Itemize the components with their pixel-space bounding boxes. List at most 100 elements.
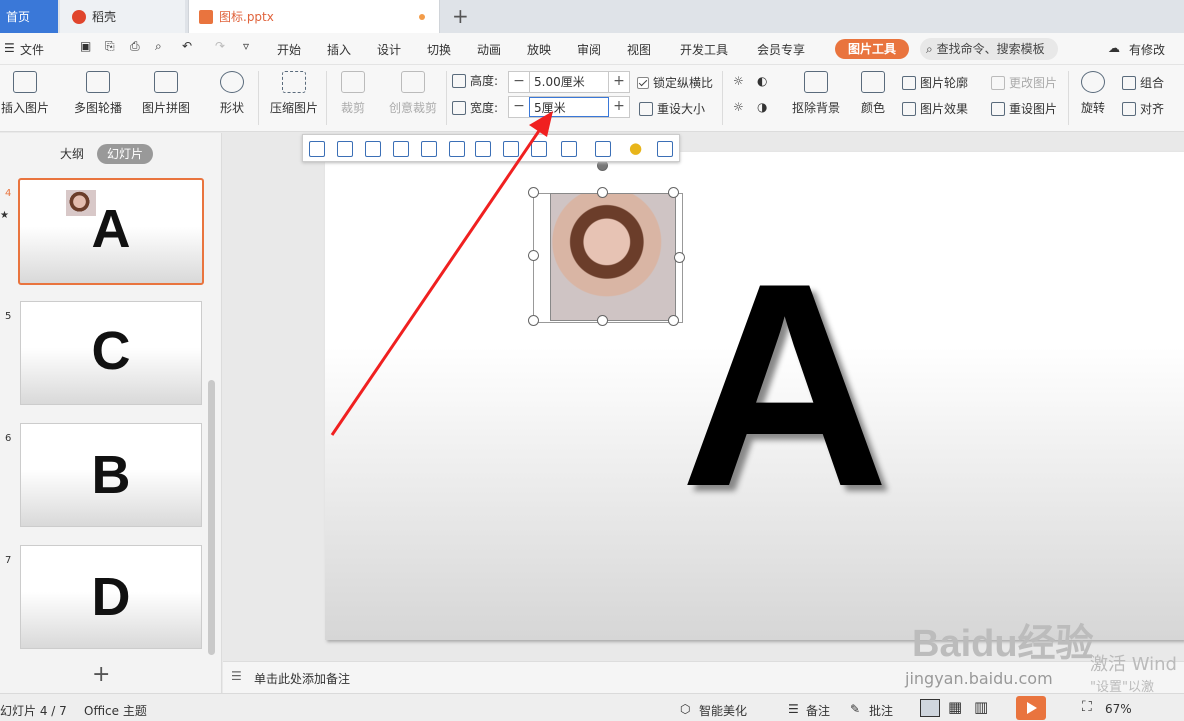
slide-title-letter[interactable]: A [680,240,889,530]
modify-status[interactable]: 有修改 [1129,41,1165,58]
tab-document[interactable]: 图标.pptx [188,0,440,33]
group-button[interactable]: 组合 [1122,74,1164,91]
contrast-up-icon[interactable]: ◐ [757,74,767,88]
selected-picture[interactable] [550,193,676,321]
tab-bar: 首页 稻壳 图标.pptx + [0,0,1184,33]
picture-effect-button[interactable]: 图片效果 [902,100,968,117]
menu-slideshow[interactable]: 放映 [527,41,551,58]
zoom-level[interactable]: 67% [1105,702,1132,716]
picture-effect-icon [902,101,916,116]
insert-picture-button[interactable]: 插入图片 [0,65,50,116]
picture-collage-button[interactable]: 图片拼图 [136,65,196,116]
brightness-up-icon[interactable]: ☼ [733,74,744,88]
collage-icon [154,71,178,93]
compress-picture-button[interactable]: 压缩图片 [268,65,320,116]
print-icon[interactable]: ⎙ [130,39,140,54]
menu-animation[interactable]: 动画 [477,41,501,58]
resize-handle[interactable] [597,315,608,326]
baidu-watermark-url: jingyan.baidu.com [905,669,1053,688]
multi-carousel-button[interactable]: 多图轮播 [66,65,130,116]
menu-transition[interactable]: 切换 [427,41,451,58]
height-decrease-button[interactable]: − [509,72,529,92]
multi-carousel-label: 多图轮播 [73,101,122,115]
panel-icon[interactable] [657,141,673,157]
menu-review[interactable]: 审阅 [577,41,601,58]
play-slideshow-button[interactable] [1016,696,1046,720]
width-increase-button[interactable]: + [609,97,629,117]
resize-handle[interactable] [668,187,679,198]
reading-view-icon[interactable]: ▥ [974,698,988,716]
align-button[interactable]: 对齐 [1122,100,1164,117]
slide-sorter-icon[interactable]: ▦ [948,698,962,716]
tab-home[interactable]: 首页 [0,0,58,33]
save-icon[interactable]: ▣ [80,39,91,53]
pptx-file-icon [199,9,213,24]
resize-handle[interactable] [668,315,679,326]
height-input[interactable]: 5.00厘米 [529,72,609,92]
resize-handle[interactable] [674,252,685,263]
shape-button[interactable]: 形状 [212,65,252,116]
slide-letter: A [91,199,131,259]
brightness-down-icon[interactable]: ☼ [733,100,744,114]
undo-icon[interactable]: ↶ [182,39,192,53]
color-button[interactable]: 颜色 [855,65,891,116]
tab-slides[interactable]: 幻灯片 [97,144,153,164]
tab-outline[interactable]: 大纲 [60,145,84,162]
theme-name[interactable]: Office 主题 [84,702,147,719]
hamburger-icon[interactable]: ☰ [4,41,15,55]
slide-thumbnail[interactable]: C [20,301,202,405]
remove-background-button[interactable]: 抠除背景 [786,65,846,116]
align-label: 对齐 [1140,102,1165,116]
menu-file[interactable]: 文件 [20,41,44,58]
slide-thumbnail[interactable]: A [18,178,204,285]
reset-picture-button[interactable]: 重设图片 [991,100,1057,117]
slide-letter: D [91,567,131,627]
height-increase-button[interactable]: + [609,72,629,92]
fit-window-icon[interactable]: ⛶ [1082,699,1092,715]
lock-aspect-checkbox[interactable]: 锁定纵横比 [637,74,713,91]
align-left-icon[interactable] [309,141,325,157]
change-picture-button[interactable]: 更改图片 [991,74,1057,91]
picture-outline-button[interactable]: 图片轮廓 [902,74,968,91]
daoke-logo-icon [72,9,86,24]
smart-beautify-button[interactable]: 智能美化 [699,702,747,719]
rotate-button[interactable]: 旋转 [1075,65,1111,116]
menu-design[interactable]: 设计 [377,41,401,58]
bulb-icon[interactable]: ● [629,139,642,157]
slides-scrollbar[interactable] [208,380,215,655]
resize-handle[interactable] [597,187,608,198]
preview-icon[interactable]: ⌕ [155,39,162,54]
search-icon: ⌕ [926,42,933,56]
comment-button[interactable]: 批注 [869,702,893,719]
group-icon [1122,75,1136,90]
height-stepper[interactable]: − 5.00厘米 + [508,71,630,93]
tab-picture-tools[interactable]: 图片工具 [835,39,909,59]
tab-daoke[interactable]: 稻壳 [60,0,185,33]
redo-icon[interactable]: ↷ [215,39,225,53]
slide-thumbnail[interactable]: B [20,423,202,527]
menu-member[interactable]: 会员专享 [757,41,805,58]
normal-view-icon[interactable] [920,699,940,717]
reset-size-button[interactable]: 重设大小 [639,100,705,117]
slides-panel: 大纲 幻灯片 4 ★ A 5 C 6 B 7 D [0,133,222,693]
arrange-icon[interactable] [595,141,611,157]
compress-label: 压缩图片 [269,101,318,115]
add-slide-button[interactable]: + [92,662,110,687]
shape-label: 形状 [219,101,244,115]
new-tab-button[interactable]: + [452,4,469,28]
slide-number: 7 [5,555,12,566]
export-icon[interactable]: ⎘ [105,39,115,54]
notes-icon: ☰ [231,669,242,683]
more-dropdown-icon[interactable]: ▿ [243,39,249,53]
menu-start[interactable]: 开始 [277,41,301,58]
arrow-head [529,111,553,137]
menu-insert[interactable]: 插入 [327,41,351,58]
shape-icon [220,71,244,93]
menu-view[interactable]: 视图 [627,41,651,58]
slide-thumbnail[interactable]: D [20,545,202,649]
comment-icon: ✎ [850,702,861,716]
contrast-down-icon[interactable]: ◑ [757,100,767,114]
menu-developer[interactable]: 开发工具 [680,41,728,58]
command-search[interactable]: ⌕ 查找命令、搜索模板 [920,38,1058,60]
notes-toggle-button[interactable]: 备注 [806,702,830,719]
